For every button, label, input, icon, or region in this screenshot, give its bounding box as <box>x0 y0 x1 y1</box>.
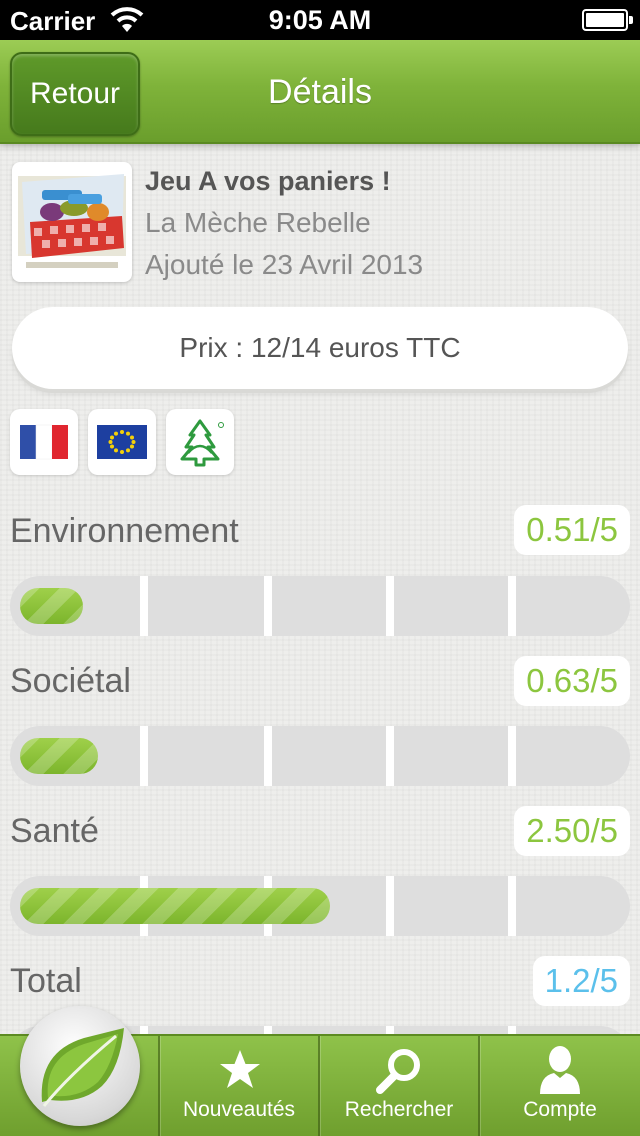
eu-flag-icon <box>97 425 147 459</box>
metric-label-total: Total <box>10 962 82 1000</box>
product-image <box>12 162 132 282</box>
score-bar-societal <box>10 726 630 786</box>
metric-value-total: 1.2/5 <box>532 956 630 1006</box>
score-fill-environnement <box>20 588 84 624</box>
metric-label-societal: Sociétal <box>10 662 131 700</box>
product-added-date: Ajouté le 23 Avril 2013 <box>145 249 424 280</box>
back-button[interactable]: Retour <box>10 52 140 136</box>
search-icon <box>376 1049 420 1094</box>
battery-icon <box>582 9 633 31</box>
page-title: Détails <box>268 73 372 111</box>
tab-label-compte: Compte <box>523 1098 597 1121</box>
tab-rechercher[interactable]: Rechercher <box>320 1036 478 1136</box>
home-leaf-button[interactable] <box>20 1006 140 1126</box>
france-flag-badge[interactable] <box>10 409 78 475</box>
france-flag-icon <box>20 424 68 460</box>
tab-label-rechercher: Rechercher <box>344 1098 454 1121</box>
star-icon <box>220 1050 260 1088</box>
product-brand: La Mèche Rebelle <box>145 207 371 238</box>
leaf-icon <box>41 1028 124 1107</box>
fsc-tree-icon <box>180 419 224 467</box>
metric-label-sante: Santé <box>10 812 99 850</box>
metric-value-sante: 2.50/5 <box>514 806 630 856</box>
product-name: Jeu A vos paniers ! <box>145 166 391 196</box>
eu-flag-badge[interactable] <box>88 409 156 475</box>
status-bar: Carrier 9:05 AM <box>0 0 640 40</box>
tab-label-nouveautes: Nouveautés <box>182 1098 296 1121</box>
tab-nouveautes[interactable]: Nouveautés <box>160 1036 318 1136</box>
score-bar-environnement <box>10 576 630 636</box>
navigation-bar: Retour Détails <box>0 40 640 144</box>
price-label: Prix : 12/14 euros TTC <box>12 307 628 389</box>
metric-value-societal: 0.63/5 <box>514 656 630 706</box>
metric-value-environnement: 0.51/5 <box>514 505 630 555</box>
score-bar-sante <box>10 876 630 936</box>
score-fill-societal <box>20 738 99 774</box>
person-icon <box>540 1046 580 1094</box>
fsc-badge[interactable] <box>166 409 234 475</box>
metric-label-environnement: Environnement <box>10 512 239 550</box>
clock: 9:05 AM <box>268 5 372 35</box>
tab-compte[interactable]: Compte <box>480 1036 640 1136</box>
score-fill-sante <box>20 888 330 924</box>
